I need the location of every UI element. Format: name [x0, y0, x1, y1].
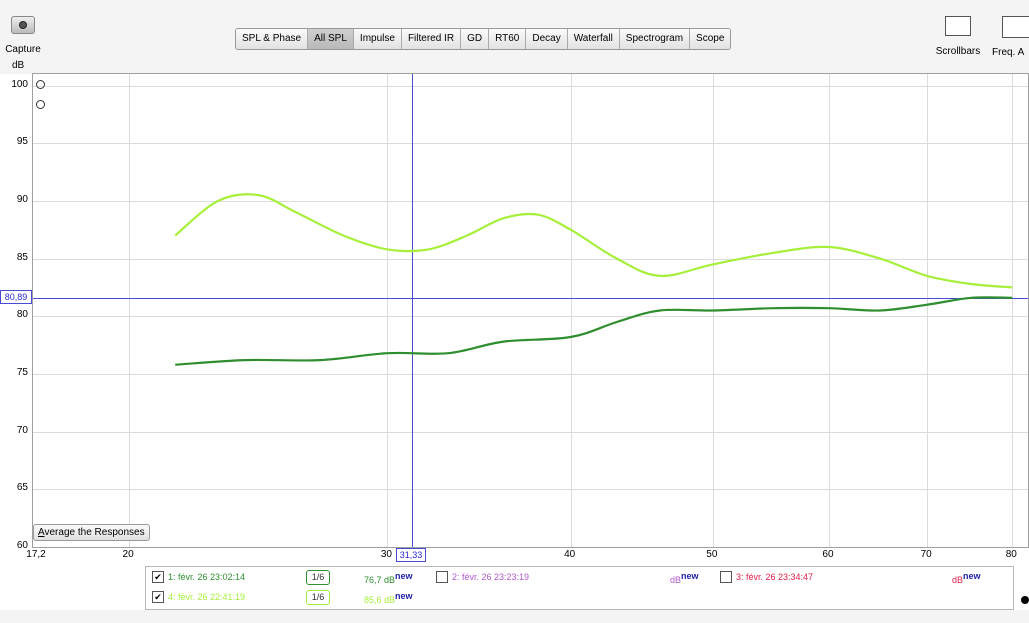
spl-curve-2: [175, 296, 1013, 366]
legend-label-4: 4: févr. 26 22:41:19: [168, 592, 246, 602]
x-tick-label: 80: [1005, 549, 1017, 560]
status-strip: [0, 610, 1029, 623]
x-tick-label: 17,2: [26, 549, 46, 560]
x-tick-label: 70: [920, 549, 932, 560]
legend-item-2[interactable]: 2: févr. 26 23:23:19: [436, 569, 529, 585]
x-tick-label: 20: [122, 549, 134, 560]
freq-axis-icon: [1002, 16, 1029, 38]
scrollbars-label: Scrollbars: [935, 46, 981, 57]
tab-rt60[interactable]: RT60: [489, 29, 527, 49]
legend-label-1: 1: févr. 26 23:02:14: [168, 572, 246, 582]
zoom-in-icon[interactable]: [36, 80, 52, 94]
legend-checkbox-1[interactable]: ✔: [152, 571, 164, 583]
x-tick-label: 30: [380, 549, 392, 560]
scrollbars-icon: [945, 16, 971, 36]
graph-area[interactable]: Average the Responses: [32, 73, 1029, 548]
cursor-y-readout: 80,89: [0, 290, 32, 304]
status-dot: [1021, 596, 1029, 604]
x-tick-label: 60: [822, 549, 834, 560]
legend-value-1: 76,7 dBnew: [364, 571, 413, 585]
capture-label: Capture: [5, 44, 41, 55]
y-tick-label: 85: [16, 251, 28, 263]
tab-scope[interactable]: Scope: [690, 29, 731, 49]
y-tick-label: 90: [16, 193, 28, 205]
legend-label-3: 3: févr. 26 23:34:47: [736, 572, 814, 582]
tab-spectrogram[interactable]: Spectrogram: [619, 29, 691, 49]
spl-curve-1: [174, 193, 1013, 289]
x-tick-label: 40: [564, 549, 576, 560]
y-axis-unit: dB: [12, 60, 25, 71]
y-tick-label: 75: [16, 366, 28, 378]
tab-gd[interactable]: GD: [461, 29, 490, 49]
legend-value-4: 85,6 dBnew: [364, 591, 413, 605]
camera-icon: [11, 16, 35, 34]
legend-checkbox-2[interactable]: [436, 571, 448, 583]
smoothing-badge-4[interactable]: 1/6: [306, 590, 330, 605]
tab-all-spl[interactable]: All SPL: [308, 29, 354, 49]
freq-axis-label: Freq. A: [992, 47, 1025, 58]
y-tick-label: 60: [16, 540, 28, 551]
tab-waterfall[interactable]: Waterfall: [567, 29, 620, 49]
legend-value-2: dBnew: [670, 571, 699, 585]
measurement-legend: ✔ 1: févr. 26 23:02:14 1/6 76,7 dBnew 2:…: [145, 566, 1014, 610]
legend-item-4[interactable]: ✔ 4: févr. 26 22:41:19: [152, 589, 245, 605]
y-tick-label: 80: [16, 309, 28, 321]
response-curves: [174, 193, 1013, 366]
zoom-out-icon[interactable]: [36, 100, 52, 114]
grid-line-y: [33, 547, 1028, 548]
x-tick-label: 50: [706, 549, 718, 560]
freq-axis-button[interactable]: Freq. A: [992, 16, 1029, 58]
average-responses-button[interactable]: Average the Responses: [33, 524, 150, 541]
smoothing-badge-1[interactable]: 1/6: [306, 570, 330, 585]
y-tick-label: 95: [16, 136, 28, 148]
legend-checkbox-4[interactable]: ✔: [152, 591, 164, 603]
tab-decay[interactable]: Decay: [526, 29, 568, 49]
y-tick-label: 70: [16, 424, 28, 436]
graph-tabs: SPL & Phase All SPL Impulse Filtered IR …: [235, 28, 732, 50]
legend-item-1[interactable]: ✔ 1: févr. 26 23:02:14: [152, 569, 245, 585]
legend-checkbox-3[interactable]: [720, 571, 732, 583]
legend-item-3[interactable]: 3: févr. 26 23:34:47: [720, 569, 813, 585]
tab-spl-phase[interactable]: SPL & Phase: [236, 29, 309, 49]
scrollbars-button[interactable]: Scrollbars: [930, 16, 986, 57]
capture-button[interactable]: Capture: [2, 16, 44, 55]
y-tick-label: 65: [16, 482, 28, 494]
legend-value-3: dBnew: [952, 571, 981, 585]
tab-impulse[interactable]: Impulse: [353, 29, 402, 49]
y-tick-label: 100: [11, 78, 28, 90]
tab-filtered-ir[interactable]: Filtered IR: [401, 29, 462, 49]
cursor-x-readout: 31,33: [396, 548, 426, 562]
legend-label-2: 2: févr. 26 23:23:19: [452, 572, 530, 582]
